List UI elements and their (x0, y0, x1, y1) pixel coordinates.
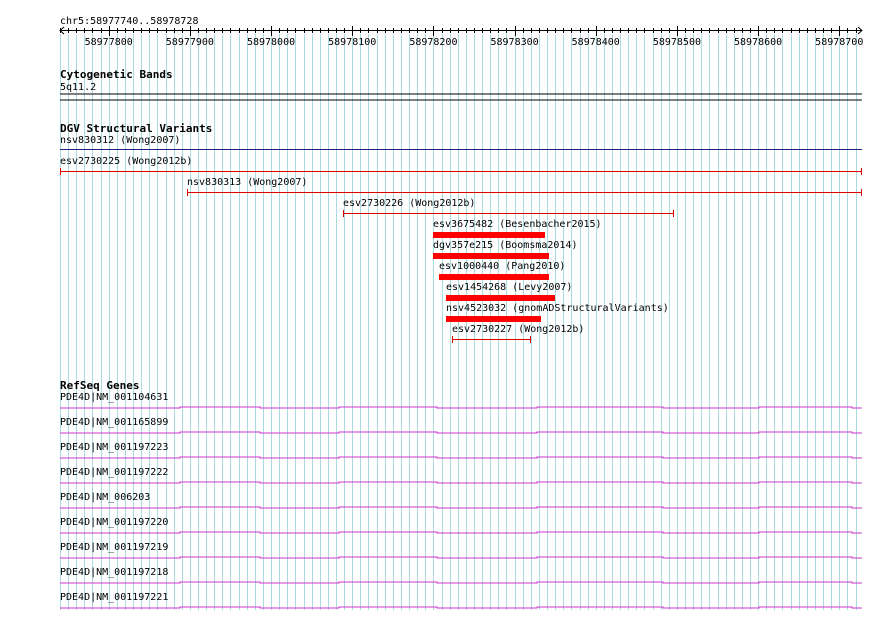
variant-label: esv2730225 (Wong2012b) (60, 156, 192, 167)
ruler-tick-label: 58978400 (572, 37, 620, 48)
genome-browser-view: chr5:58977740..58978728 58977800 58977900… (59, 16, 863, 610)
gene-label: PDE4D|NM_001197219 (60, 542, 168, 553)
structural-variant[interactable]: esv2730226 (Wong2012b) (343, 198, 674, 217)
variant-feature[interactable] (446, 316, 541, 322)
refseq-gene[interactable]: PDE4D|NM_001197223 (60, 442, 862, 459)
ruler-tick-label: 58977900 (166, 37, 214, 48)
ruler-tick-label: 58978200 (409, 37, 457, 48)
structural-variant[interactable]: esv1000440 (Pang2010) (439, 261, 565, 280)
gene-feature[interactable] (60, 481, 862, 484)
refseq-gene[interactable]: PDE4D|NM_001197220 (60, 517, 862, 534)
variant-label: esv1454268 (Levy2007) (446, 282, 572, 293)
gene-feature[interactable] (60, 456, 862, 459)
gene-label: PDE4D|NM_001197218 (60, 567, 168, 578)
refseq-gene[interactable]: PDE4D|NM_001197218 (60, 567, 862, 584)
variant-feature[interactable] (439, 274, 549, 280)
refseq-gene[interactable]: PDE4D|NM_001104631 (60, 392, 862, 409)
refseq-gene[interactable]: PDE4D|NM_006203 (60, 492, 862, 509)
variant-label: nsv830313 (Wong2007) (187, 177, 307, 188)
refseq-gene[interactable]: PDE4D|NM_001197219 (60, 542, 862, 559)
gene-feature[interactable] (60, 531, 862, 534)
ruler-tick-label: 58978000 (247, 37, 295, 48)
variant-label: nsv4523032 (gnomADStructuralVariants) (446, 303, 669, 314)
refseq-gene[interactable]: PDE4D|NM_001197222 (60, 467, 862, 484)
structural-variant[interactable]: esv1454268 (Levy2007) (446, 282, 572, 301)
dgv-track-title: DGV Structural Variants (60, 122, 212, 135)
ruler-tick-label: 58978700 (815, 37, 863, 48)
ruler-location: chr5:58977740..58978728 (60, 16, 198, 27)
gene-feature[interactable] (60, 431, 862, 434)
gene-label: PDE4D|NM_001165899 (60, 417, 168, 428)
refseq-gene[interactable]: PDE4D|NM_001197221 (60, 592, 862, 609)
refseq-gene[interactable]: PDE4D|NM_001165899 (60, 417, 862, 434)
structural-variant[interactable]: nsv830312 (Wong2007) (60, 135, 862, 150)
dgv-track: nsv830312 (Wong2007) esv2730225 (Wong2012… (60, 135, 862, 343)
gene-feature[interactable] (60, 606, 862, 609)
gene-label: PDE4D|NM_001197221 (60, 592, 168, 603)
ruler-tick-label: 58978500 (653, 37, 701, 48)
cytoband-label[interactable]: 5q11.2 (60, 82, 96, 93)
gene-feature[interactable] (60, 581, 862, 584)
variant-label: esv2730227 (Wong2012b) (452, 324, 584, 335)
ruler-tick-label: 58978600 (734, 37, 782, 48)
gene-label: PDE4D|NM_006203 (60, 492, 150, 503)
variant-label: esv1000440 (Pang2010) (439, 261, 565, 272)
structural-variant[interactable]: esv3675482 (Besenbacher2015) (433, 219, 602, 238)
gene-feature[interactable] (60, 406, 862, 409)
gene-feature[interactable] (60, 556, 862, 559)
variant-label: nsv830312 (Wong2007) (60, 135, 180, 146)
structural-variant[interactable]: esv2730225 (Wong2012b) (60, 156, 862, 175)
variant-label: esv2730226 (Wong2012b) (343, 198, 475, 209)
coordinate-ruler: 58977800 58977900 58978000 58978100 58978200… (59, 26, 863, 48)
gene-label: PDE4D|NM_001197220 (60, 517, 168, 528)
variant-feature[interactable] (433, 232, 545, 238)
ruler-tick-label: 58977800 (85, 37, 133, 48)
gene-label: PDE4D|NM_001197222 (60, 467, 168, 478)
gene-feature[interactable] (60, 506, 862, 509)
cytoband-track-title: Cytogenetic Bands (60, 68, 173, 81)
variant-label: dgv357e215 (Boomsma2014) (433, 240, 578, 251)
structural-variant[interactable]: nsv4523032 (gnomADStructuralVariants) (446, 303, 669, 322)
refseq-track-title: RefSeq Genes (60, 379, 139, 392)
gene-label: PDE4D|NM_001197223 (60, 442, 168, 453)
gene-label: PDE4D|NM_001104631 (60, 392, 168, 403)
ruler-tick-label: 58978100 (328, 37, 376, 48)
structural-variant[interactable]: esv2730227 (Wong2012b) (452, 324, 584, 343)
variant-feature[interactable] (433, 253, 549, 259)
structural-variant[interactable]: nsv830313 (Wong2007) (187, 177, 862, 196)
refseq-track: PDE4D|NM_001104631 PDE4D|NM_001165899 PDE4… (60, 392, 862, 609)
variant-feature[interactable] (446, 295, 555, 301)
variant-label: esv3675482 (Besenbacher2015) (433, 219, 602, 230)
ruler-tick-label: 58978300 (490, 37, 538, 48)
